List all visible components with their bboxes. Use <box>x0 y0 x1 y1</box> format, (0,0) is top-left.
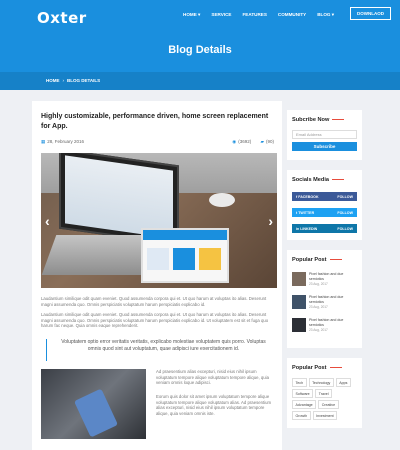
nav-community[interactable]: COMMUNITY <box>278 12 306 18</box>
tags-title: Popular Post <box>292 365 342 371</box>
tag[interactable]: Software <box>292 389 314 398</box>
post-stats: ◉ (3692) ▰ (90) <box>224 139 274 145</box>
popular-post-title[interactable]: Pixel fashion and due semiotics <box>309 272 359 281</box>
popular-posts-widget: Popular Post Pixel fashion and due semio… <box>287 250 362 348</box>
nav-home[interactable]: HOME ▾ <box>183 12 200 18</box>
slider-next-icon[interactable]: › <box>268 213 273 229</box>
views-count: (3692) <box>238 139 252 144</box>
views-stat: ◉ (3692) <box>232 139 251 144</box>
subscribe-widget: Subcribe Now Email Address Subscribe <box>287 110 362 160</box>
tag[interactable]: Tech <box>292 378 307 387</box>
social-title: Socials Media <box>292 177 344 183</box>
tag[interactable]: Technology <box>308 378 334 387</box>
main-nav: HOME ▾ SERVICE FEATURES COMMUNITY BLOG ▾ <box>183 12 345 18</box>
calendar-icon: ▦ <box>41 139 46 144</box>
popular-post-date: 23 Aug, 2017 <box>309 328 328 332</box>
tablet <box>141 228 229 283</box>
breadcrumb-separator: › <box>62 78 65 83</box>
nav-service[interactable]: SERVICE <box>211 12 231 18</box>
popular-post-title[interactable]: Pixel fashion and due semiotics <box>309 318 359 327</box>
social-name: TWITTER <box>298 211 315 215</box>
post-date: ▦ 28, February 2016 <box>41 139 84 145</box>
tag[interactable]: Creative <box>318 400 339 409</box>
phone-in-hand <box>73 388 119 438</box>
post-paragraph: Laudantium similique odit quam eveniet. … <box>41 296 267 307</box>
post-date-text: 28, February 2016 <box>47 139 85 144</box>
page-title: Blog Details <box>168 44 232 56</box>
breadcrumb: HOME › BLOG DETAILS <box>46 78 100 83</box>
popular-post-thumbnail <box>292 272 306 286</box>
tag[interactable]: Investment <box>312 411 338 420</box>
twitter-follow-button[interactable]: t TWITTER FOLLOW <box>292 208 357 217</box>
tag[interactable]: Apps <box>335 378 351 387</box>
subscribe-button[interactable]: Subscribe <box>292 142 357 151</box>
hero-header: Oxter HOME ▾ SERVICE FEATURES COMMUNITY … <box>0 0 400 90</box>
linkedin-follow-button[interactable]: in LINKEDIN FOLLOW <box>292 224 357 233</box>
tags-widget: Popular Post Tech Technology Apps Softwa… <box>287 358 362 428</box>
tablet-card <box>147 248 169 270</box>
featured-image-slider: ‹ › <box>41 153 277 288</box>
popular-post-item[interactable]: Pixel fashion and due semiotics 23 Aug, … <box>292 295 358 311</box>
popular-posts-title: Popular Post <box>292 257 342 263</box>
tablet-header <box>143 230 227 240</box>
tag[interactable]: Travel <box>315 389 333 398</box>
popular-post-title[interactable]: Pixel fashion and due semiotics <box>309 295 359 304</box>
tablet-card <box>199 248 221 270</box>
mouse <box>209 193 235 207</box>
popular-post-date: 23 Aug, 2017 <box>309 305 328 309</box>
article-card: Highly customizable, performance driven,… <box>32 101 282 450</box>
popular-post-item[interactable]: Pixel fashion and due semiotics 23 Aug, … <box>292 272 358 288</box>
comments-count: (90) <box>265 139 274 144</box>
post-blockquote: Voluptatem optio error veritatis veritat… <box>46 339 272 361</box>
popular-post-date: 23 Aug, 2017 <box>309 282 328 286</box>
tablet-card <box>173 248 195 270</box>
brand-logo[interactable]: Oxter <box>37 9 87 27</box>
nav-features[interactable]: FEATURES <box>242 12 266 18</box>
post-side-paragraph: Ad praesentium alias excepturi, nisid ei… <box>156 369 269 386</box>
breadcrumb-bar: HOME › BLOG DETAILS <box>0 72 400 90</box>
social-name: LINKEDIN <box>300 227 318 231</box>
post-paragraph: Laudantium similique odit quam eveniet. … <box>41 312 269 329</box>
comment-icon: ▰ <box>260 139 264 144</box>
comments-stat[interactable]: ▰ (90) <box>261 139 274 144</box>
post-side-paragraph: Eorum quis dolor sit amet ipsum voluptat… <box>156 394 272 416</box>
laptop-screen-content <box>65 155 173 239</box>
slider-prev-icon[interactable]: ‹ <box>45 213 50 229</box>
breadcrumb-home[interactable]: HOME <box>46 78 60 83</box>
popular-post-thumbnail <box>292 318 306 332</box>
follow-label: FOLLOW <box>337 211 353 215</box>
tag[interactable]: Advantage <box>292 400 317 409</box>
nav-blog[interactable]: BLOG ▾ <box>317 12 334 18</box>
tag-cloud: Tech Technology Apps Software Travel Adv… <box>292 378 358 420</box>
social-widget: Socials Media f FACEBOOK FOLLOW t TWITTE… <box>287 170 362 240</box>
social-name: FACEBOOK <box>298 195 319 199</box>
breadcrumb-current: BLOG DETAILS <box>67 78 101 83</box>
download-button[interactable]: DOWNLAOD <box>350 7 391 20</box>
post-inline-image <box>41 369 146 439</box>
facebook-follow-button[interactable]: f FACEBOOK FOLLOW <box>292 192 357 201</box>
email-field[interactable]: Email Address <box>292 130 357 139</box>
tag[interactable]: Growth <box>292 411 311 420</box>
follow-label: FOLLOW <box>337 195 353 199</box>
subscribe-title: Subcribe Now <box>292 117 344 123</box>
popular-post-thumbnail <box>292 295 306 309</box>
linkedin-icon: in <box>296 227 300 231</box>
post-title[interactable]: Highly customizable, performance driven,… <box>41 112 277 132</box>
popular-post-item[interactable]: Pixel fashion and due semiotics 23 Aug, … <box>292 318 358 334</box>
eye-icon: ◉ <box>232 139 237 144</box>
follow-label: FOLLOW <box>337 227 353 231</box>
